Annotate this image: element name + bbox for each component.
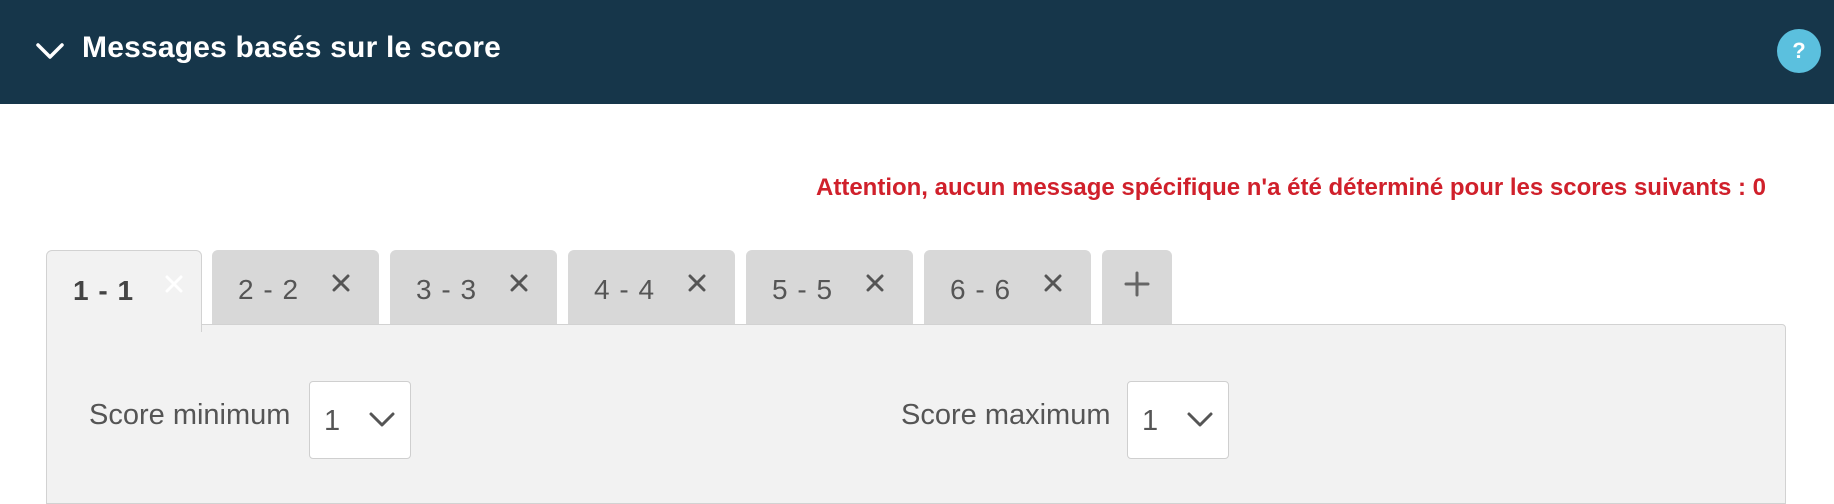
tab-panel: Score minimum 1 Score maximum 1 xyxy=(46,324,1786,504)
tab-2-2[interactable]: 2 - 2 xyxy=(212,250,379,330)
close-icon[interactable] xyxy=(858,266,892,300)
tab-label: 3 - 3 xyxy=(416,274,478,305)
help-button[interactable]: ? xyxy=(1777,29,1821,73)
chevron-down-icon[interactable] xyxy=(34,35,66,67)
chevron-down-icon xyxy=(368,410,396,430)
tab-5-5[interactable]: 5 - 5 xyxy=(746,250,913,330)
close-icon[interactable] xyxy=(680,266,714,300)
tab-label: 6 - 6 xyxy=(950,274,1012,305)
score-max-select[interactable]: 1 xyxy=(1127,381,1229,459)
warning-message: Attention, aucun message spécifique n'a … xyxy=(816,174,1766,201)
chevron-down-icon xyxy=(1186,410,1214,430)
score-min-value: 1 xyxy=(324,405,341,437)
tab-label: 2 - 2 xyxy=(238,274,300,305)
close-icon[interactable] xyxy=(157,267,191,301)
tab-4-4[interactable]: 4 - 4 xyxy=(568,250,735,330)
tab-3-3[interactable]: 3 - 3 xyxy=(390,250,557,330)
add-tab-button[interactable] xyxy=(1102,250,1172,330)
tab-6-6[interactable]: 6 - 6 xyxy=(924,250,1091,330)
score-max-value: 1 xyxy=(1142,405,1159,437)
score-min-label: Score minimum xyxy=(89,399,291,431)
close-icon[interactable] xyxy=(1036,266,1070,300)
tab-1-1[interactable]: 1 - 1 xyxy=(46,250,202,332)
tab-label: 5 - 5 xyxy=(772,274,834,305)
close-icon[interactable] xyxy=(324,266,358,300)
tab-label: 4 - 4 xyxy=(594,274,656,305)
plus-icon xyxy=(1123,270,1151,298)
tab-label: 1 - 1 xyxy=(73,275,135,306)
section-title: Messages basés sur le score xyxy=(82,31,501,64)
close-icon[interactable] xyxy=(502,266,536,300)
score-min-select[interactable]: 1 xyxy=(309,381,411,459)
section-header: Messages basés sur le score ? xyxy=(0,0,1834,104)
score-max-label: Score maximum xyxy=(901,399,1111,431)
